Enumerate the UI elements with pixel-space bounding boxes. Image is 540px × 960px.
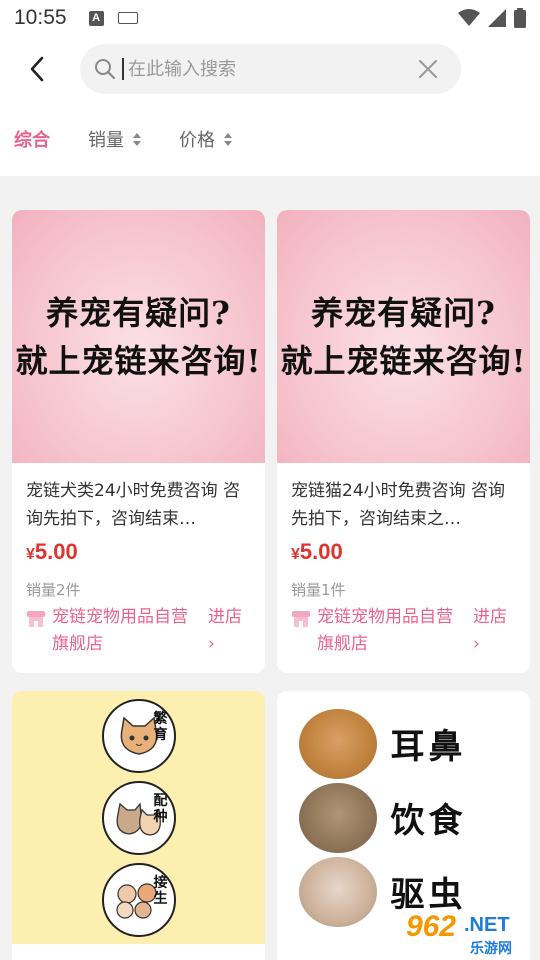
filter-label: 销量: [88, 130, 124, 151]
close-icon[interactable]: [417, 58, 439, 80]
cat-circle-illustration: 接生: [101, 862, 176, 937]
wifi-icon: [458, 9, 480, 26]
enter-label: 进店: [473, 607, 507, 627]
store-icon: [27, 611, 45, 627]
kitten-photo: [298, 856, 377, 927]
store-row[interactable]: 宠链宠物用品自营旗舰店 进店 ›: [26, 604, 251, 658]
price-value: 5.00: [34, 539, 78, 564]
sales-count: 销量2件: [26, 581, 81, 599]
filter-price[interactable]: 价格: [179, 126, 232, 152]
store-icon: [292, 611, 310, 627]
service-word: 饮食: [390, 801, 467, 841]
search-header: [0, 36, 540, 102]
status-time: 10:55: [14, 6, 67, 29]
product-title[interactable]: 宠链猫24小时免费咨询 咨询先拍下，咨询结束之…: [291, 477, 516, 533]
image-tag-text: 接生: [153, 874, 168, 907]
sort-arrows-icon: [224, 132, 232, 146]
store-name[interactable]: 宠链宠物用品自营旗舰店: [52, 604, 202, 658]
enter-label: 进店: [208, 607, 242, 627]
status-bar: 10:55 A: [0, 0, 540, 36]
image-text-line: 养宠有疑问?: [46, 293, 231, 332]
filter-sales[interactable]: 销量: [88, 126, 141, 152]
image-text-line: 就上宠链来咨询!: [280, 341, 527, 380]
enter-store-link[interactable]: 进店 ›: [473, 604, 507, 658]
watermark-net: .NET: [464, 914, 510, 936]
image-tag-text: 繁育: [153, 710, 168, 743]
filter-bar: 综合 销量 价格: [0, 102, 540, 176]
image-tag-text: 配种: [153, 792, 168, 825]
price-value: 5.00: [299, 539, 343, 564]
cell-signal-icon: [488, 9, 506, 27]
sort-arrows-icon: [133, 132, 141, 146]
store-row[interactable]: 宠链宠物用品自营旗舰店 进店 ›: [291, 604, 516, 658]
service-word: 耳鼻: [390, 727, 467, 767]
text-caret: [122, 58, 124, 80]
sales-count: 销量1件: [291, 581, 346, 599]
chevron-right-icon: ›: [473, 634, 480, 654]
product-card[interactable]: 养宠有疑问? 就上宠链来咨询! 宠链猫24小时免费咨询 咨询先拍下，咨询结束之……: [277, 210, 530, 673]
search-box[interactable]: [80, 44, 461, 94]
back-button[interactable]: [22, 54, 52, 84]
filter-label: 综合: [14, 130, 50, 151]
filter-comprehensive[interactable]: 综合: [14, 126, 50, 152]
service-row: 耳鼻: [298, 708, 509, 779]
filter-label: 价格: [179, 130, 215, 151]
product-card[interactable]: 养宠有疑问? 就上宠链来咨询! 宠链犬类24小时免费咨询 咨询先拍下，咨询结束……: [12, 210, 265, 673]
service-word: 驱虫: [390, 875, 467, 915]
product-price: ¥5.00: [26, 539, 251, 565]
price-currency: ¥: [291, 546, 300, 563]
keyboard-icon: [117, 12, 138, 24]
chevron-right-icon: ›: [208, 634, 215, 654]
search-icon: [94, 58, 116, 80]
dog-photo: [298, 708, 377, 779]
product-image[interactable]: 耳鼻 饮食 驱虫: [277, 691, 530, 944]
image-text-line: 养宠有疑问?: [311, 293, 496, 332]
product-card[interactable]: 繁育 配种 接生: [12, 691, 265, 960]
product-image[interactable]: 养宠有疑问? 就上宠链来咨询!: [12, 210, 265, 463]
cat-circle-illustration: 繁育: [101, 698, 176, 773]
product-image[interactable]: 养宠有疑问? 就上宠链来咨询!: [277, 210, 530, 463]
a-badge-icon: A: [88, 10, 104, 26]
product-price: ¥5.00: [291, 539, 516, 565]
search-input[interactable]: [128, 58, 408, 80]
product-title[interactable]: 宠链犬类24小时免费咨询 咨询先拍下，咨询结束…: [26, 477, 251, 533]
image-text-line: 就上宠链来咨询!: [15, 341, 262, 380]
cat-circle-illustration: 配种: [101, 780, 176, 855]
watermark-subtext: 乐游网: [470, 941, 512, 957]
enter-store-link[interactable]: 进店 ›: [208, 604, 242, 658]
cat-photo: [298, 782, 377, 853]
price-currency: ¥: [26, 546, 35, 563]
watermark-logo: 962 .NET 乐游网: [398, 910, 538, 958]
product-image[interactable]: 繁育 配种 接生: [12, 691, 265, 944]
watermark-number: 962: [406, 910, 457, 943]
service-row: 饮食: [298, 782, 509, 853]
battery-icon: [514, 8, 526, 28]
store-name[interactable]: 宠链宠物用品自营旗舰店: [317, 604, 467, 658]
chevron-left-icon: [30, 56, 44, 82]
